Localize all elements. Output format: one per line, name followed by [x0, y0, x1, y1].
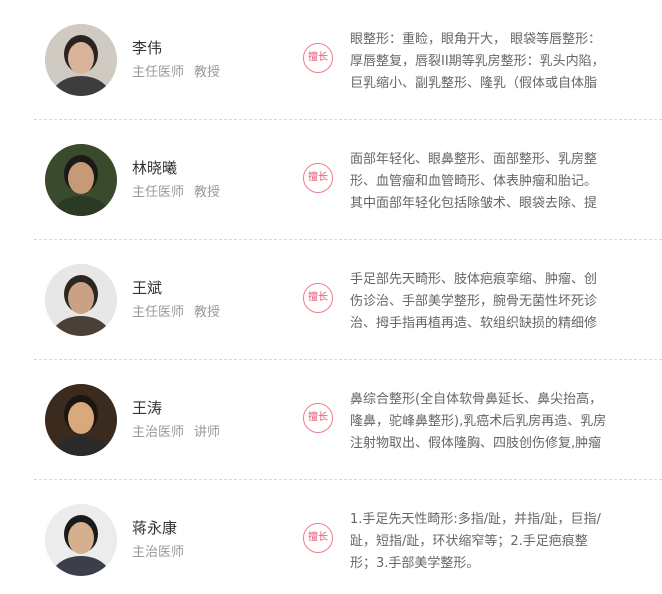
specialty-badge: 擅长 — [303, 283, 333, 313]
specialty-line: 趾，短指/趾，环状缩窄等；2.手足疤痕整 — [350, 534, 588, 549]
doctor-name[interactable]: 林晓曦 — [132, 158, 177, 178]
doctor-rank: 教授 — [194, 305, 221, 320]
doctor-card[interactable]: 李伟 主任医师 教授 擅长 眼整形：重睑，眼角开大， 眼袋等唇整形： 厚唇整复，唇… — [0, 0, 662, 120]
doctor-name[interactable]: 蒋永康 — [132, 518, 177, 538]
specialty-line: 面部年轻化、眼鼻整形、面部整形、乳房整 — [350, 152, 598, 167]
doctor-title: 主治医师 — [132, 545, 185, 560]
specialty-description: 1.手足先天性畸形:多指/趾，并指/趾，巨指/ 趾，短指/趾，环状缩窄等；2.手… — [350, 509, 630, 575]
avatar-photo — [45, 24, 117, 96]
specialty-badge: 擅长 — [303, 523, 333, 553]
avatar[interactable] — [45, 264, 117, 336]
specialty-line: 1.手足先天性畸形:多指/趾，并指/趾，巨指/ — [350, 512, 601, 527]
doctor-meta: 主治医师 讲师 — [132, 424, 220, 442]
doctor-meta: 主任医师 教授 — [132, 184, 220, 202]
doctor-meta: 主任医师 教授 — [132, 64, 220, 82]
doctor-meta: 主治医师 — [132, 544, 194, 562]
doctor-card[interactable]: 王涛 主治医师 讲师 擅长 鼻综合整形(全自体软骨鼻延长、鼻尖抬高， 隆鼻，驼峰鼻… — [0, 360, 662, 480]
doctor-card[interactable]: 王斌 主任医师 教授 擅长 手足部先天畸形、肢体疤痕挛缩、肿瘤、创 伤诊治、手部美… — [0, 240, 662, 360]
doctor-card[interactable]: 林晓曦 主任医师 教授 擅长 面部年轻化、眼鼻整形、面部整形、乳房整 形、血管瘤和… — [0, 120, 662, 240]
avatar[interactable] — [45, 384, 117, 456]
avatar-photo — [45, 144, 117, 216]
specialty-description: 鼻综合整形(全自体软骨鼻延长、鼻尖抬高， 隆鼻，驼峰鼻整形),乳癌术后乳房再造、… — [350, 389, 630, 455]
specialty-line: 手足部先天畸形、肢体疤痕挛缩、肿瘤、创 — [350, 272, 598, 287]
avatar[interactable] — [45, 144, 117, 216]
doctor-rank: 教授 — [194, 65, 221, 80]
specialty-line: 鼻综合整形(全自体软骨鼻延长、鼻尖抬高， — [350, 392, 603, 407]
specialty-line: 形、血管瘤和血管畸形、体表肿瘤和胎记。 — [350, 174, 598, 189]
specialty-description: 手足部先天畸形、肢体疤痕挛缩、肿瘤、创 伤诊治、手部美学整形，腕骨无菌性坏死诊 … — [350, 269, 630, 335]
specialty-description: 面部年轻化、眼鼻整形、面部整形、乳房整 形、血管瘤和血管畸形、体表肿瘤和胎记。 … — [350, 149, 630, 215]
specialty-description: 眼整形：重睑，眼角开大， 眼袋等唇整形： 厚唇整复，唇裂II期等乳房整形：乳头内… — [350, 29, 630, 95]
avatar-photo — [45, 384, 117, 456]
avatar[interactable] — [45, 504, 117, 576]
avatar-photo — [45, 264, 117, 336]
doctor-title: 主任医师 — [132, 305, 185, 320]
doctor-meta: 主任医师 教授 — [132, 304, 220, 322]
doctor-rank: 教授 — [194, 185, 221, 200]
specialty-line: 眼整形：重睑，眼角开大， 眼袋等唇整形： — [350, 32, 602, 47]
specialty-line: 巨乳缩小、副乳整形、隆乳（假体或自体脂 — [350, 76, 598, 91]
doctor-list: 李伟 主任医师 教授 擅长 眼整形：重睑，眼角开大， 眼袋等唇整形： 厚唇整复，唇… — [0, 0, 662, 594]
specialty-badge: 擅长 — [303, 43, 333, 73]
specialty-line: 厚唇整复，唇裂II期等乳房整形：乳头内陷， — [350, 54, 605, 69]
doctor-title: 主任医师 — [132, 185, 185, 200]
specialty-line: 注射物取出、假体隆胸、四肢创伤修复,肿瘤 — [350, 436, 602, 451]
specialty-line: 隆鼻，驼峰鼻整形),乳癌术后乳房再造、乳房 — [350, 414, 607, 429]
doctor-name[interactable]: 李伟 — [132, 38, 162, 58]
doctor-card[interactable]: 蒋永康 主治医师 擅长 1.手足先天性畸形:多指/趾，并指/趾，巨指/ 趾，短指… — [0, 480, 662, 594]
doctor-name[interactable]: 王斌 — [132, 278, 162, 298]
avatar[interactable] — [45, 24, 117, 96]
doctor-rank: 讲师 — [194, 425, 221, 440]
doctor-name[interactable]: 王涛 — [132, 398, 162, 418]
doctor-title: 主治医师 — [132, 425, 185, 440]
specialty-badge: 擅长 — [303, 403, 333, 433]
specialty-badge: 擅长 — [303, 163, 333, 193]
specialty-line: 形；3.手部美学整形。 — [350, 556, 480, 571]
avatar-photo — [45, 504, 117, 576]
specialty-line: 伤诊治、手部美学整形，腕骨无菌性坏死诊 — [350, 294, 598, 309]
doctor-title: 主任医师 — [132, 65, 185, 80]
specialty-line: 治、拇手指再植再造、软组织缺损的精细修 — [350, 316, 598, 331]
specialty-line: 其中面部年轻化包括除皱术、眼袋去除、提 — [350, 196, 598, 211]
